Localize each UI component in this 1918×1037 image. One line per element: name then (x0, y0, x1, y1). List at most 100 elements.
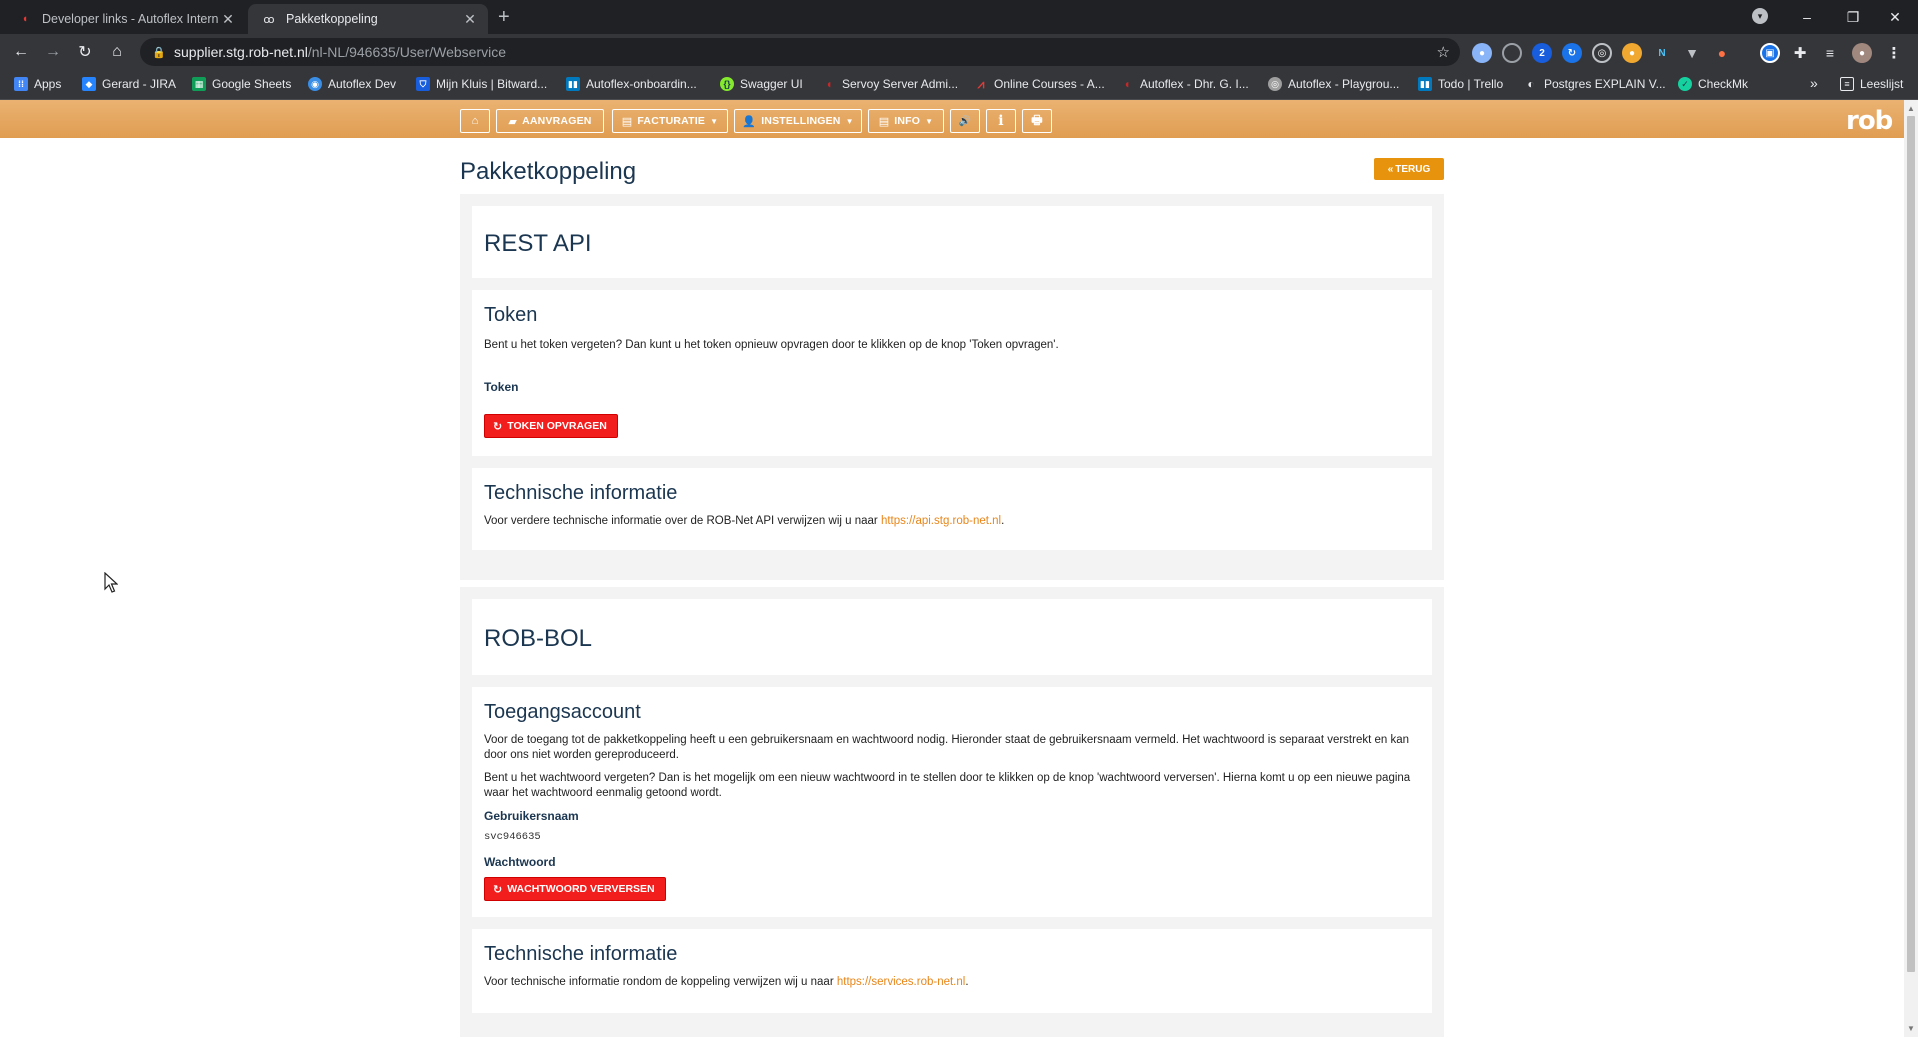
extensions-puzzle-icon[interactable]: ✚ (1790, 43, 1810, 63)
reading-list-button[interactable]: ≡ Leeslijst (1840, 77, 1903, 91)
vue-extension-icon[interactable]: ▼ (1682, 43, 1702, 63)
bookmark-trello-todo[interactable]: ▮▮ Todo | Trello (1418, 77, 1503, 91)
nav-home-button[interactable]: ⌂ (460, 109, 490, 133)
nav-print-button[interactable]: 🖶 (1022, 109, 1052, 133)
tech-info-heading: Technische informatie (484, 482, 678, 504)
back-button[interactable]: «TERUG (1374, 158, 1444, 180)
bookmark-label: Google Sheets (212, 77, 292, 91)
extension-icon[interactable]: ● (1472, 43, 1492, 63)
bookmark-star-icon[interactable]: ☆ (1437, 43, 1450, 61)
nav-info-dropdown[interactable]: ▤ INFO ▼ (868, 109, 944, 133)
autoflex-icon: ◉ (308, 77, 322, 91)
bookmark-checkmk[interactable]: ✓ CheckMk (1678, 77, 1748, 91)
trello-icon: ▮▮ (566, 77, 580, 91)
bookmark-label: Mijn Kluis | Bitward... (436, 77, 548, 91)
bookmark-autoflex-dev[interactable]: ◉ Autoflex Dev (308, 77, 396, 91)
token-description: Bent u het token vergeten? Dan kunt u he… (484, 339, 1059, 351)
reading-list-label: Leeslijst (1860, 77, 1904, 91)
rob-bol-tech-card: Technische informatie Voor technische in… (472, 929, 1432, 1013)
close-tab-icon[interactable]: ✕ (462, 11, 478, 28)
bookmark-autoflex-playground[interactable]: ◎ Autoflex - Playgrou... (1268, 77, 1399, 91)
page-title: Pakketkoppeling (460, 158, 637, 185)
tech-info-heading: Technische informatie (484, 943, 678, 965)
extension-icon[interactable]: ▣ (1760, 43, 1780, 63)
profile-avatar[interactable]: ● (1852, 43, 1872, 63)
nav-aanvragen-button[interactable]: ▰ AANVRAGEN (496, 109, 604, 133)
nav-instellingen-dropdown[interactable]: 👤 INSTELLINGEN ▼ (734, 109, 862, 133)
token-opvragen-button[interactable]: ↻ TOKEN OPVRAGEN (484, 414, 618, 438)
rest-api-section: REST API Token Bent u het token vergeten… (460, 194, 1444, 580)
tab-search-icon[interactable]: ▾ (1752, 8, 1768, 24)
extension-icon[interactable]: ↻ (1562, 43, 1582, 63)
username-label: Gebruikersnaam (484, 809, 579, 823)
extension-icon[interactable]: ● (1712, 43, 1732, 63)
reload-icon[interactable]: ↻ (73, 40, 97, 64)
more-menu-icon[interactable]: ⋮ (1884, 43, 1904, 63)
close-tab-icon[interactable]: ✕ (220, 11, 236, 28)
bookmark-postgres-explain[interactable]: ◐ Postgres EXPLAIN V... (1524, 77, 1665, 91)
media-controls-icon[interactable]: ≡ (1820, 43, 1840, 63)
forward-arrow-icon[interactable]: → (41, 40, 65, 64)
account-paragraph-2: Bent u het wachtwoord vergeten? Dan is h… (484, 772, 1411, 799)
close-window-button[interactable]: ✕ (1872, 0, 1918, 34)
bookmark-online-courses[interactable]: ⩘ Online Courses - A... (974, 76, 1105, 92)
services-docs-link[interactable]: https://services.rob-net.nl (837, 976, 965, 988)
autoflex-red-icon: ◖ (1123, 77, 1131, 91)
tab-title: Pakketkoppeling (286, 12, 378, 26)
nav-speaker-button[interactable]: 🔊 (950, 109, 980, 133)
new-tab-button[interactable]: + (498, 6, 510, 29)
bookmark-bitwarden[interactable]: ⛉ Mijn Kluis | Bitward... (416, 77, 547, 91)
home-icon[interactable]: ⌂ (105, 40, 129, 64)
restore-button[interactable]: ❐ (1830, 0, 1876, 34)
bookmark-label: Autoflex - Dhr. G. I... (1140, 77, 1249, 91)
rob-bol-section: ROB-BOL Toegangsaccount Voor de toegang … (460, 587, 1444, 1037)
extension-icon[interactable] (1502, 43, 1522, 63)
extension-icon[interactable]: ◎ (1592, 43, 1612, 63)
bookmark-google-sheets[interactable]: ▦ Google Sheets (192, 77, 291, 91)
extension-icon[interactable]: N (1652, 43, 1672, 63)
wachtwoord-verversen-button[interactable]: ↻ WACHTWOORD VERVERSEN (484, 877, 666, 901)
minimize-button[interactable]: – (1784, 0, 1830, 34)
scroll-up-arrow-icon[interactable]: ▲ (1907, 104, 1915, 113)
cookie-extension-icon[interactable]: ● (1622, 43, 1642, 63)
bookmark-autoflex-dhr[interactable]: ◖ Autoflex - Dhr. G. I... (1120, 77, 1249, 91)
bitwarden-icon: ⛉ (416, 77, 430, 91)
nav-info-button[interactable]: i (986, 109, 1016, 133)
refresh-icon: ↻ (493, 420, 503, 433)
courses-icon: ⩘ (977, 76, 985, 91)
bookmark-swagger[interactable]: {} Swagger UI (720, 77, 803, 91)
home-icon: ⌂ (471, 115, 479, 127)
button-label: TOKEN OPVRAGEN (507, 420, 607, 432)
tech-info-text: Voor technische informatie rondom de kop… (484, 975, 1420, 990)
scrollbar-thumb[interactable] (1907, 116, 1915, 972)
browser-tab-pakketkoppeling[interactable]: ꝏ Pakketkoppeling ✕ (248, 4, 488, 34)
bookmark-servoy[interactable]: ◖ Servoy Server Admi... (822, 77, 958, 91)
browser-tab-developer-links[interactable]: ◖ Developer links - Autoflex Intern ✕ (4, 4, 246, 34)
rob-logo[interactable]: rob (1846, 106, 1893, 136)
rest-api-heading: REST API (484, 230, 592, 257)
browser-tab-strip: ◖ Developer links - Autoflex Intern ✕ ꝏ … (0, 0, 1918, 34)
print-icon: 🖶 (1031, 112, 1043, 127)
bitwarden-extension-icon[interactable]: 2 (1532, 43, 1552, 63)
apps-grid-icon: ⁞⁞ (14, 77, 28, 91)
chat-icon: ▰ (508, 115, 518, 128)
caret-down-icon: ▼ (845, 116, 854, 126)
username-value: svc946635 (484, 831, 541, 843)
user-icon: 👤 (742, 115, 757, 128)
scroll-down-arrow-icon[interactable]: ▼ (1907, 1024, 1915, 1033)
rest-api-header-card: REST API (472, 206, 1432, 278)
bookmark-label: Swagger UI (740, 77, 803, 91)
api-docs-link[interactable]: https://api.stg.rob-net.nl (881, 515, 1001, 527)
trello-icon: ▮▮ (1418, 77, 1432, 91)
address-bar[interactable]: 🔒 supplier.stg.rob-net.nl/nl-NL/946635/U… (140, 38, 1460, 66)
back-arrow-icon[interactable]: ← (9, 40, 33, 64)
toegangsaccount-card: Toegangsaccount Voor de toegang tot de p… (472, 687, 1432, 917)
bookmark-jira[interactable]: ◆ Gerard - JIRA (82, 77, 176, 91)
bookmarks-overflow-button[interactable]: » (1810, 75, 1818, 91)
token-heading: Token (484, 304, 538, 326)
bookmark-apps[interactable]: ⁞⁞ Apps (14, 77, 61, 91)
nav-facturatie-dropdown[interactable]: ▤ FACTURATIE ▼ (612, 109, 728, 133)
nav-label: AANVRAGEN (522, 115, 592, 127)
bookmark-autoflex-onboarding[interactable]: ▮▮ Autoflex-onboardin... (566, 77, 697, 91)
token-card: Token Bent u het token vergeten? Dan kun… (472, 290, 1432, 456)
